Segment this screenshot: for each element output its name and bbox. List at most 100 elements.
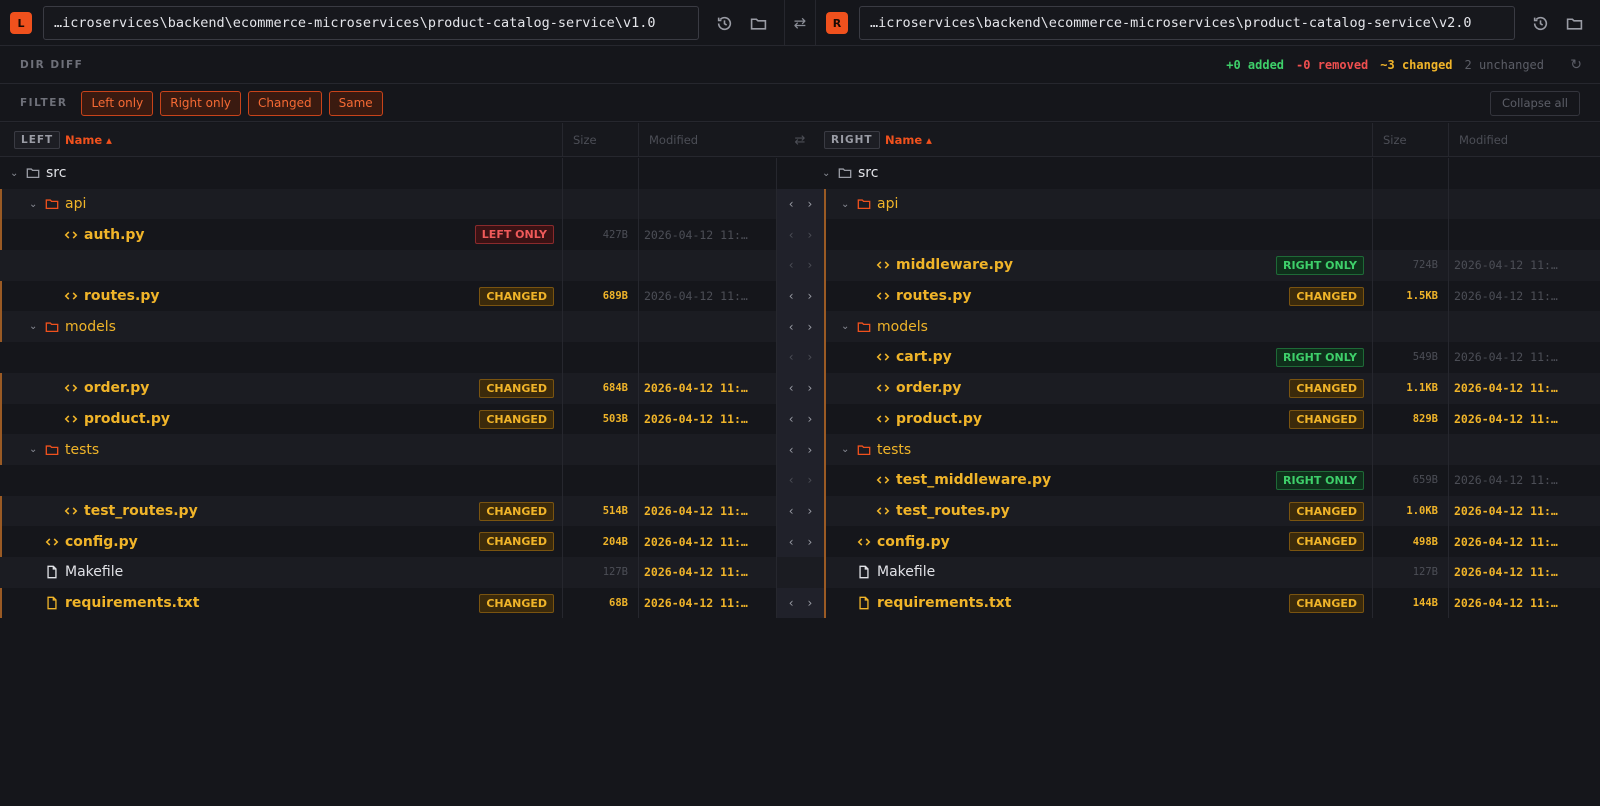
chevron-down-icon[interactable]: ⌄ bbox=[29, 321, 39, 332]
left-entry[interactable]: ⌄ src bbox=[10, 158, 66, 189]
left-entry[interactable]: auth.py bbox=[48, 219, 145, 250]
left-entry[interactable]: requirements.txt bbox=[29, 588, 199, 619]
right-entry[interactable]: product.py bbox=[860, 404, 982, 435]
copy-right-arrow-icon[interactable]: › bbox=[808, 289, 813, 303]
copy-arrows: ‹ › bbox=[777, 188, 824, 220]
folder-icon bbox=[857, 443, 871, 457]
copy-left-arrow-icon[interactable]: ‹ bbox=[789, 412, 794, 426]
column-divider bbox=[638, 434, 639, 465]
right-name-column-header[interactable]: Name ▴ bbox=[885, 123, 932, 157]
refresh-icon[interactable]: ↻ bbox=[1570, 57, 1582, 73]
right-size-column-header[interactable]: Size bbox=[1372, 123, 1448, 157]
swap-sides-icon[interactable]: ⇄ bbox=[784, 0, 816, 46]
chevron-down-icon[interactable]: ⌄ bbox=[841, 321, 851, 332]
copy-left-arrow-icon[interactable]: ‹ bbox=[789, 504, 794, 518]
left-path-input[interactable]: …icroservices\backend\ecommerce-microser… bbox=[43, 6, 699, 40]
right-path-input[interactable]: …icroservices\backend\ecommerce-microser… bbox=[859, 6, 1515, 40]
right-entry[interactable]: ⌄ tests bbox=[841, 434, 911, 465]
copy-left-arrow-icon[interactable]: ‹ bbox=[789, 228, 794, 242]
column-divider bbox=[562, 464, 563, 496]
right-entry[interactable]: order.py bbox=[860, 373, 961, 404]
copy-left-arrow-icon[interactable]: ‹ bbox=[789, 197, 794, 211]
right-entry[interactable]: ⌄ models bbox=[841, 311, 928, 342]
copy-left-arrow-icon[interactable]: ‹ bbox=[789, 289, 794, 303]
left-history-icon[interactable] bbox=[707, 6, 741, 40]
copy-right-arrow-icon[interactable]: › bbox=[808, 504, 813, 518]
right-cell: ⌄ src bbox=[822, 158, 1600, 189]
chevron-down-icon[interactable]: ⌄ bbox=[10, 168, 20, 179]
copy-left-arrow-icon[interactable]: ‹ bbox=[789, 320, 794, 334]
copy-left-arrow-icon[interactable]: ‹ bbox=[789, 258, 794, 272]
left-entry[interactable]: ⌄ models bbox=[29, 311, 116, 342]
right-modified-column-header[interactable]: Modified bbox=[1448, 123, 1600, 157]
diff-row: config.py CHANGED 204B 2026-04-12 11:… ‹ › con… bbox=[0, 526, 1600, 557]
copy-left-arrow-icon[interactable]: ‹ bbox=[789, 535, 794, 549]
file-size: 1.5KB bbox=[1406, 290, 1438, 303]
entry-name: cart.py bbox=[896, 349, 952, 366]
right-folder-icon[interactable] bbox=[1557, 6, 1591, 40]
copy-arrows: ‹ › bbox=[777, 403, 824, 435]
right-entry[interactable]: middleware.py bbox=[860, 250, 1013, 281]
chevron-down-icon[interactable]: ⌄ bbox=[29, 199, 39, 210]
chevron-down-icon[interactable]: ⌄ bbox=[841, 444, 851, 455]
right-entry[interactable]: cart.py bbox=[860, 342, 952, 373]
filter-label: FILTER bbox=[20, 97, 68, 109]
right-entry[interactable]: test_routes.py bbox=[860, 496, 1010, 527]
left-entry[interactable]: ⌄ api bbox=[29, 189, 86, 220]
left-entry[interactable]: config.py bbox=[29, 526, 138, 557]
filter-same[interactable]: Same bbox=[328, 90, 383, 116]
left-entry[interactable]: order.py bbox=[48, 373, 149, 404]
column-divider bbox=[638, 188, 639, 220]
right-entry[interactable]: ⌄ src bbox=[822, 158, 878, 189]
entry-name: requirements.txt bbox=[877, 594, 1012, 611]
left-entry[interactable]: ⌄ tests bbox=[29, 434, 99, 465]
copy-left-arrow-icon[interactable]: ‹ bbox=[789, 381, 794, 395]
copy-left-arrow-icon[interactable]: ‹ bbox=[789, 473, 794, 487]
right-cell: routes.py CHANGED 1.5KB 2026-04-12 11:… bbox=[826, 280, 1600, 312]
filter-left-only[interactable]: Left only bbox=[81, 90, 154, 116]
left-cell bbox=[0, 342, 776, 373]
copy-left-arrow-icon[interactable]: ‹ bbox=[789, 443, 794, 457]
copy-right-arrow-icon[interactable]: › bbox=[808, 350, 813, 364]
left-folder-icon[interactable] bbox=[741, 6, 775, 40]
chevron-down-icon[interactable]: ⌄ bbox=[822, 168, 832, 179]
file-size: 144B bbox=[1412, 596, 1438, 609]
left-name-column-header[interactable]: Name ▴ bbox=[65, 123, 112, 157]
chevron-down-icon[interactable]: ⌄ bbox=[29, 444, 39, 455]
copy-right-arrow-icon[interactable]: › bbox=[808, 412, 813, 426]
right-history-icon[interactable] bbox=[1523, 6, 1557, 40]
left-cell: ⌄ api bbox=[0, 188, 776, 220]
file-size: 498B bbox=[1412, 535, 1438, 548]
chevron-down-icon[interactable]: ⌄ bbox=[841, 199, 851, 210]
collapse-all-button[interactable]: Collapse all bbox=[1490, 90, 1580, 116]
status-badge: CHANGED bbox=[479, 532, 554, 552]
filter-right-only[interactable]: Right only bbox=[160, 90, 242, 116]
left-side-tag: LEFT bbox=[14, 131, 61, 149]
right-entry[interactable]: requirements.txt bbox=[841, 588, 1011, 619]
left-modified-column-header[interactable]: Modified bbox=[638, 123, 776, 157]
right-entry[interactable]: Makefile bbox=[841, 557, 935, 588]
copy-right-arrow-icon[interactable]: › bbox=[808, 535, 813, 549]
copy-right-arrow-icon[interactable]: › bbox=[808, 320, 813, 334]
left-size-column-header[interactable]: Size bbox=[562, 123, 638, 157]
right-entry[interactable]: test_middleware.py bbox=[860, 465, 1051, 496]
copy-left-arrow-icon[interactable]: ‹ bbox=[789, 350, 794, 364]
left-entry[interactable]: product.py bbox=[48, 404, 170, 435]
right-cell: config.py CHANGED 498B 2026-04-12 11:… bbox=[826, 526, 1600, 557]
copy-right-arrow-icon[interactable]: › bbox=[808, 197, 813, 211]
column-divider bbox=[638, 158, 639, 189]
right-entry[interactable]: ⌄ api bbox=[841, 189, 898, 220]
copy-right-arrow-icon[interactable]: › bbox=[808, 258, 813, 272]
copy-right-arrow-icon[interactable]: › bbox=[808, 443, 813, 457]
copy-right-arrow-icon[interactable]: › bbox=[808, 473, 813, 487]
copy-right-arrow-icon[interactable]: › bbox=[808, 381, 813, 395]
copy-left-arrow-icon[interactable]: ‹ bbox=[789, 596, 794, 610]
left-entry[interactable]: Makefile bbox=[29, 557, 123, 588]
copy-right-arrow-icon[interactable]: › bbox=[808, 228, 813, 242]
right-entry[interactable]: routes.py bbox=[860, 281, 971, 312]
filter-changed[interactable]: Changed bbox=[248, 90, 322, 116]
right-entry[interactable]: config.py bbox=[841, 526, 950, 557]
left-entry[interactable]: test_routes.py bbox=[48, 496, 198, 527]
copy-right-arrow-icon[interactable]: › bbox=[808, 596, 813, 610]
left-entry[interactable]: routes.py bbox=[48, 281, 159, 312]
